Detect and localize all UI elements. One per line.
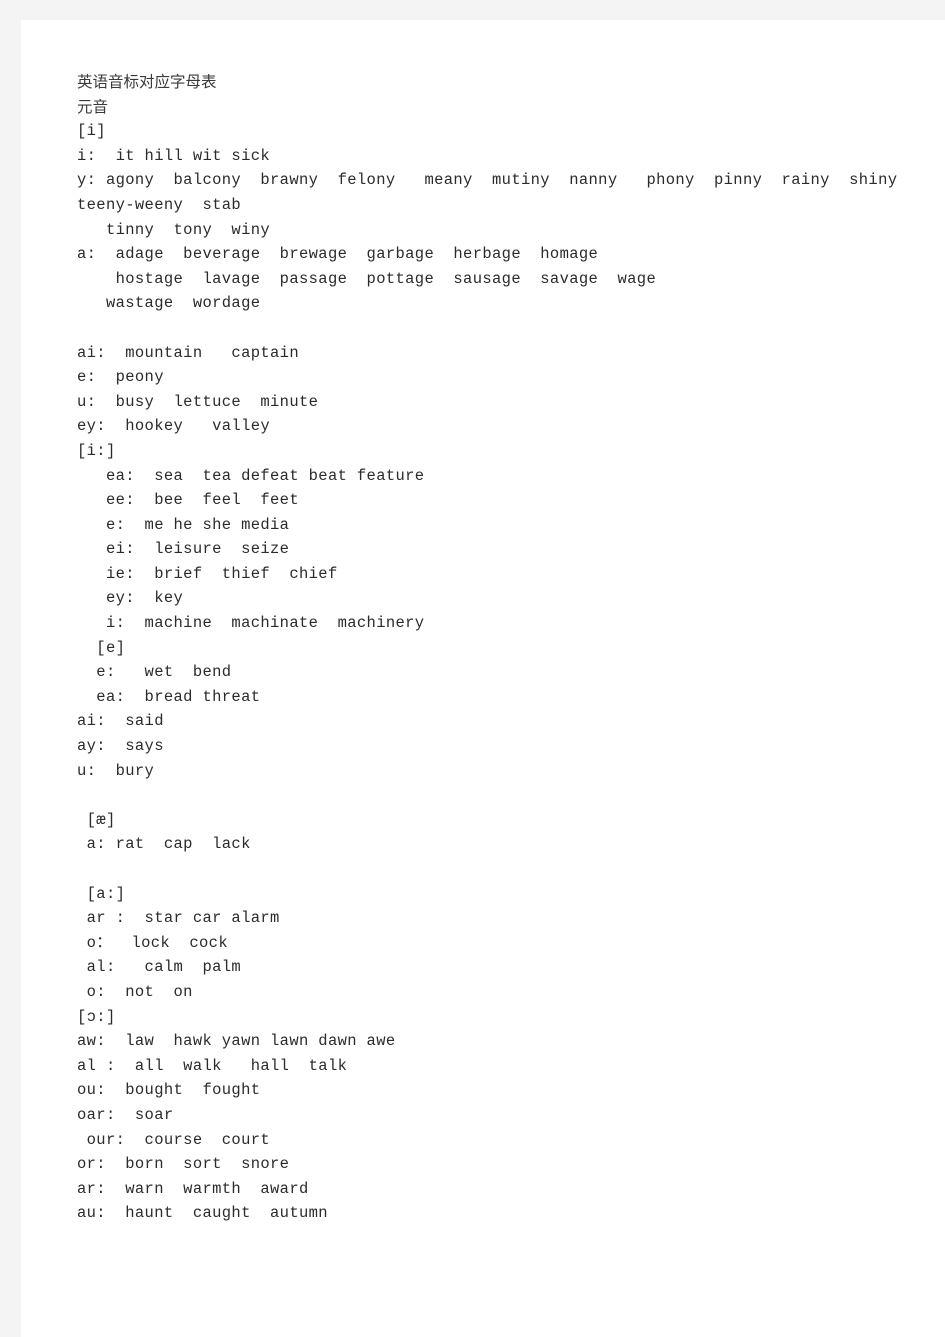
phonetic-entry-line: a: adage beverage brewage garbage herbag… [77, 245, 599, 264]
phonetic-entry-line: ea: bread threat [77, 687, 261, 706]
phonetic-entry-line: i: it hill wit sick [77, 146, 271, 165]
phonetic-entry-line: ai: said [77, 712, 164, 731]
phonetic-entry-line: o: not on [77, 982, 193, 1001]
phonetic-symbol-heading: [ɔ:] [77, 1007, 116, 1026]
phonetic-entry-line: ea: sea tea defeat beat feature [77, 466, 425, 485]
phonetic-entry-line: u: bury [77, 761, 155, 780]
phonetic-entry-line: e: peony [77, 368, 164, 387]
phonetic-entry-line: al : all walk hall talk [77, 1056, 348, 1075]
phonetic-entry-line: o： lock cock [77, 933, 228, 952]
phonetic-entry-line: hostage lavage passage pottage sausage s… [77, 269, 657, 288]
phonetic-entry-line: ei: leisure seize [77, 540, 290, 559]
phonetic-entry-line: ar: warn warmth award [77, 1179, 309, 1198]
phonetic-entry-line: ey: key [77, 589, 184, 608]
phonetic-entry-line: e: wet bend [77, 663, 232, 682]
phonetic-entry-line: oar: soar [77, 1105, 174, 1124]
phonetic-symbol-heading: [i:] [77, 441, 116, 460]
phonetic-entry-line: ay: says [77, 737, 164, 756]
document-title-line: 元音 [77, 97, 109, 116]
phonetic-entry-line: au: haunt caught autumn [77, 1204, 328, 1223]
phonetic-symbol-heading: [æ] [77, 810, 116, 829]
phonetic-entry-line: e: me he she media [77, 515, 290, 534]
phonetic-entry-line: al: calm palm [77, 958, 242, 977]
phonetic-entry-line: u: busy lettuce minute [77, 392, 319, 411]
phonetic-entry-line: ee: bee feel feet [77, 491, 299, 510]
phonetic-entry-line: ai: mountain captain [77, 343, 299, 362]
phonetic-symbol-heading: [a:] [77, 884, 126, 903]
phonetic-symbol-heading: [i] [77, 122, 106, 141]
phonetic-entry-line: wastage wordage [77, 294, 261, 313]
phonetic-entry-line: or: born sort snore [77, 1155, 290, 1174]
phonetic-entry-line: our: course court [77, 1130, 271, 1149]
phonetic-entry-line: aw: law hawk yawn lawn dawn awe [77, 1032, 396, 1051]
document-title-line: 英语音标对应字母表 [77, 73, 217, 91]
phonetic-entry-line: i: machine machinate machinery [77, 614, 425, 633]
phonetic-entry-line: ey: hookey valley [77, 417, 271, 436]
phonetic-entry-line: y: agony balcony brawny felony meany mut… [77, 171, 898, 190]
phonetic-entry-line: tinny tony winy [77, 220, 271, 239]
document-page: 英语音标对应字母表 元音 [i] i: it hill wit sick y: agon… [21, 20, 945, 1337]
phonetic-entry-line: ar : star car alarm [77, 909, 280, 928]
document-text-body: 英语音标对应字母表 元音 [i] i: it hill wit sick y: agon… [77, 70, 941, 1226]
phonetic-symbol-heading: [e] [77, 638, 126, 657]
phonetic-entry-line: ou: bought fought [77, 1081, 261, 1100]
phonetic-entry-line: ie: brief thief chief [77, 564, 338, 583]
phonetic-entry-line: a: rat cap lack [77, 835, 251, 854]
phonetic-entry-line: teeny-weeny stab [77, 195, 242, 214]
